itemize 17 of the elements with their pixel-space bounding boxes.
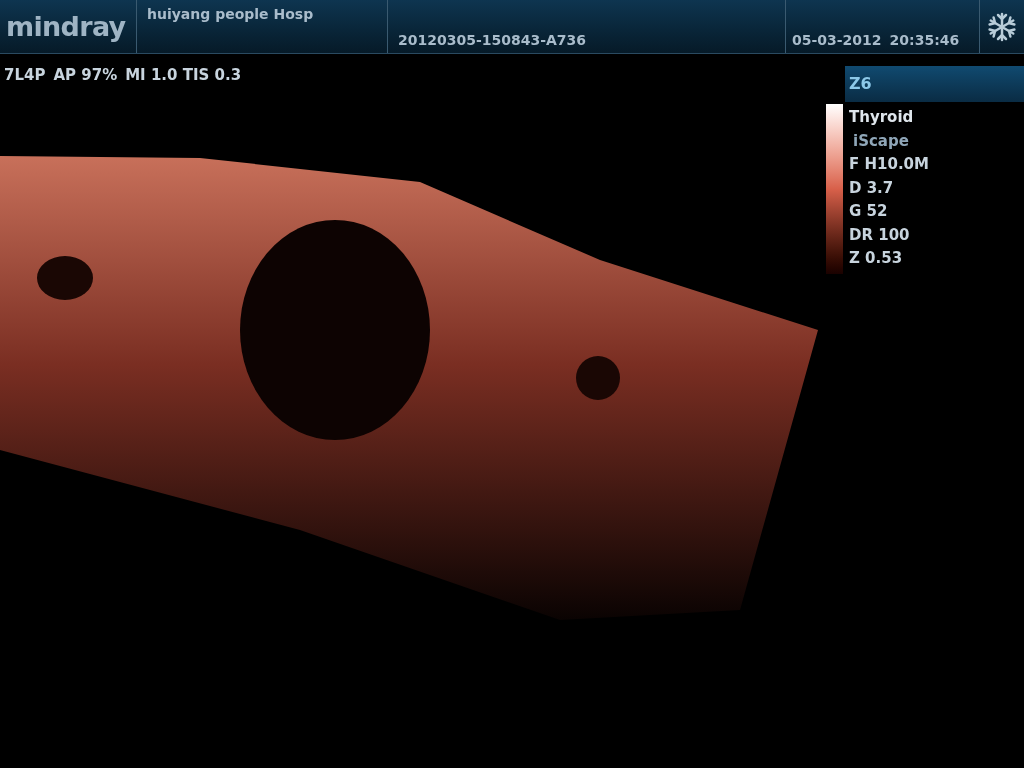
imaging-parameter: Thyroid	[849, 107, 915, 128]
probe-parameter: AP 97%	[53, 65, 118, 86]
probe-parameter: MI 1.0 TIS 0.3	[125, 65, 242, 86]
zoom-level-title: Z6	[849, 73, 872, 95]
imaging-parameter: F H10.0M	[849, 154, 929, 175]
imaging-parameter: iScape	[852, 130, 910, 152]
probe-parameter: 7L4P	[4, 65, 46, 86]
imaging-parameter: Z 0.53	[849, 248, 904, 269]
imaging-parameter: G 52	[849, 201, 889, 222]
exam-id: 20120305-150843-A736	[398, 31, 587, 50]
date-text: 05-03-2012	[792, 31, 882, 50]
imaging-parameter: D 3.7	[849, 177, 895, 199]
time-text: 20:35:46	[889, 31, 960, 50]
freeze-snowflake-icon[interactable]	[987, 11, 1017, 42]
imaging-parameter: DR 100	[849, 224, 911, 246]
logo: mindray	[6, 13, 126, 40]
hospital-name: huiyang people Hosp	[147, 5, 314, 24]
